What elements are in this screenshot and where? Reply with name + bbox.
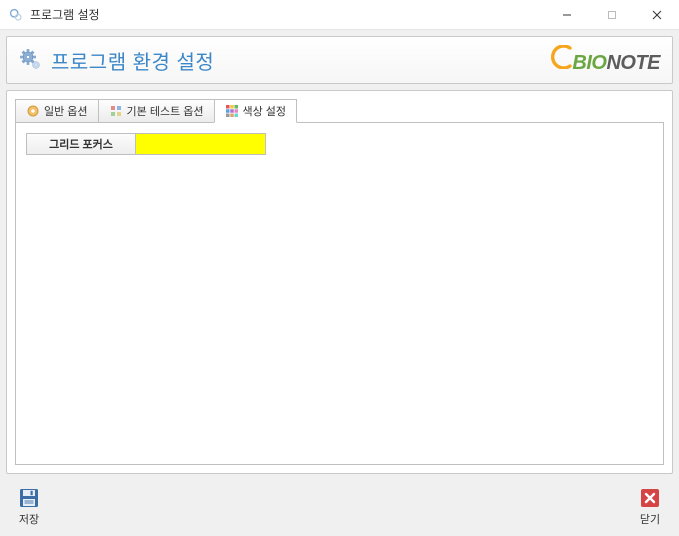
page-title: 프로그램 환경 설정 bbox=[51, 46, 214, 75]
tab-general[interactable]: 일반 옵션 bbox=[15, 99, 99, 123]
window-close-button[interactable] bbox=[634, 0, 679, 30]
close-button[interactable]: 닫기 bbox=[627, 482, 673, 530]
app-icon bbox=[8, 7, 24, 23]
tab-label: 기본 테스트 옵션 bbox=[127, 103, 204, 119]
titlebar: 프로그램 설정 bbox=[0, 0, 679, 30]
close-icon bbox=[639, 487, 661, 509]
header-panel: 프로그램 환경 설정 BIO NOTE bbox=[6, 36, 673, 84]
tab-bar: 일반 옵션 기본 테스트 옵션 bbox=[15, 99, 664, 123]
save-label: 저장 bbox=[19, 511, 39, 527]
content-panel: 일반 옵션 기본 테스트 옵션 bbox=[6, 90, 673, 474]
grid-focus-row: 그리드 포커스 bbox=[26, 133, 653, 155]
save-icon bbox=[18, 487, 40, 509]
tab-color[interactable]: 색상 설정 bbox=[214, 99, 298, 123]
close-label: 닫기 bbox=[640, 511, 660, 527]
test-icon bbox=[109, 104, 123, 118]
tab-content: 그리드 포커스 bbox=[15, 122, 664, 465]
grid-focus-label: 그리드 포커스 bbox=[26, 133, 136, 155]
footer-bar: 저장 닫기 bbox=[6, 474, 673, 530]
grid-focus-color-swatch[interactable] bbox=[136, 133, 266, 155]
logo-c-icon bbox=[548, 45, 576, 69]
window-title: 프로그램 설정 bbox=[30, 6, 100, 23]
tab-label: 색상 설정 bbox=[243, 103, 287, 119]
tab-basic-test[interactable]: 기본 테스트 옵션 bbox=[98, 99, 215, 123]
main-container: 프로그램 환경 설정 BIO NOTE 일반 옵션 bbox=[0, 30, 679, 536]
logo-bio-text: BIO bbox=[572, 52, 606, 75]
tab-label: 일반 옵션 bbox=[44, 103, 88, 119]
window-controls bbox=[544, 0, 679, 30]
options-icon bbox=[26, 104, 40, 118]
bionote-logo: BIO NOTE bbox=[548, 45, 660, 75]
color-grid-icon bbox=[225, 104, 239, 118]
gears-icon bbox=[19, 48, 43, 72]
maximize-button bbox=[589, 0, 634, 30]
logo-note-text: NOTE bbox=[606, 52, 660, 75]
minimize-button[interactable] bbox=[544, 0, 589, 30]
save-button[interactable]: 저장 bbox=[6, 482, 52, 530]
